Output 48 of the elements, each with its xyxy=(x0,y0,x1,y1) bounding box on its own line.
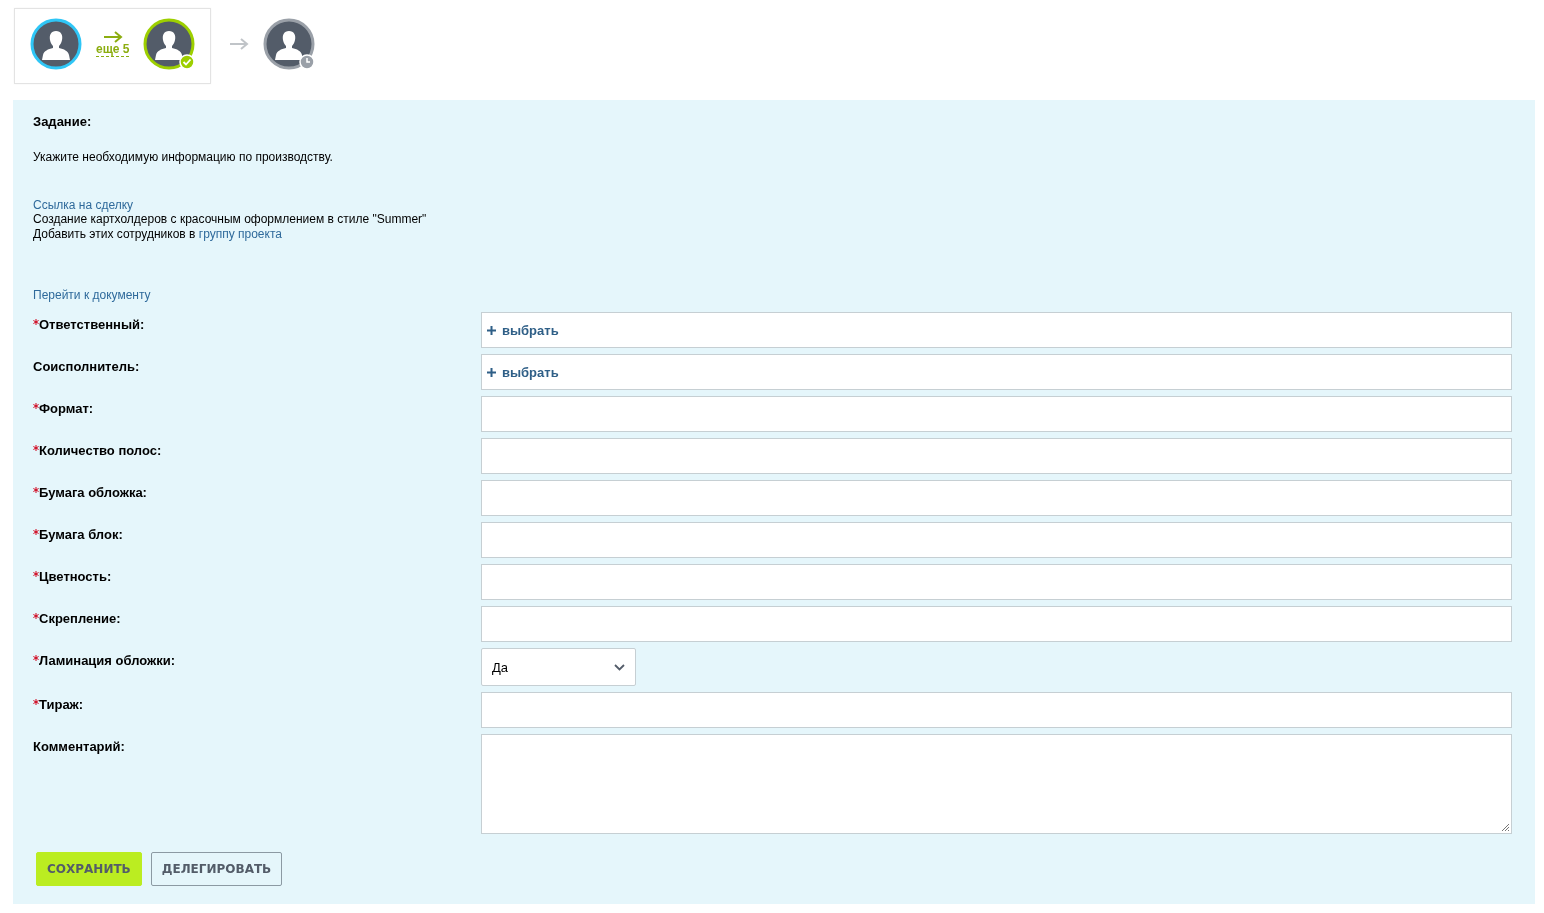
text-input-field[interactable] xyxy=(481,564,1512,600)
text-input-field[interactable] xyxy=(481,438,1512,474)
required-icon xyxy=(33,529,39,535)
text-input-field[interactable] xyxy=(481,480,1512,516)
required-icon xyxy=(33,403,39,409)
plus-icon xyxy=(487,325,496,335)
user-avatar-icon[interactable] xyxy=(143,18,196,70)
field-label: Тираж: xyxy=(39,697,84,712)
task-heading: Задание: xyxy=(33,114,93,129)
arrow-right-icon xyxy=(102,31,123,43)
user-picker-field[interactable]: выбрать xyxy=(481,354,1512,390)
user-picker-field[interactable]: выбрать xyxy=(481,312,1512,348)
field-label: Бумага блок: xyxy=(39,527,123,542)
required-icon xyxy=(33,571,39,577)
field-label: Ламинация обложки: xyxy=(39,653,176,668)
add-employees-text: Добавить этих сотрудников в группу проекта xyxy=(33,227,282,242)
task-instruction: Укажите необходимую информацию по производству. xyxy=(33,150,334,164)
field-label: Количество полос: xyxy=(39,443,162,458)
required-icon xyxy=(33,699,39,705)
field-label: Цветность: xyxy=(39,569,112,584)
field-label: Скрепление: xyxy=(39,611,121,626)
field-label: Ответственный: xyxy=(39,317,145,332)
save-button[interactable]: СОХРАНИТЬ xyxy=(36,852,142,886)
deal-link[interactable]: Ссылка на сделку xyxy=(33,198,134,212)
required-icon xyxy=(33,487,39,493)
deal-description: Создание картхолдеров с красочным оформлением в стиле "Summer" xyxy=(33,212,427,227)
user-avatar-icon[interactable] xyxy=(263,18,316,70)
user-avatar-icon[interactable] xyxy=(30,18,82,70)
resize-handle-icon[interactable] xyxy=(1501,823,1510,832)
text-input-field[interactable] xyxy=(481,692,1512,728)
plus-icon xyxy=(487,367,496,377)
required-icon xyxy=(33,613,39,619)
document-link[interactable]: Перейти к документу xyxy=(33,288,151,302)
chevron-down-icon xyxy=(614,663,625,671)
required-icon xyxy=(33,445,39,451)
project-group-link[interactable]: группу проекта xyxy=(198,227,282,242)
field-label: Комментарий: xyxy=(33,739,125,754)
text-input-field[interactable] xyxy=(481,396,1512,432)
field-label: Соисполнитель: xyxy=(33,359,140,374)
dropdown-select[interactable]: Да xyxy=(481,648,636,686)
field-label: Бумага обложка: xyxy=(39,485,147,500)
required-icon xyxy=(33,655,39,661)
delegate-button[interactable]: ДЕЛЕГИРОВАТЬ xyxy=(150,852,283,886)
required-icon xyxy=(33,319,39,325)
text-input-field[interactable] xyxy=(481,522,1512,558)
text-input-field[interactable] xyxy=(481,606,1512,642)
arrow-right-icon xyxy=(229,38,250,50)
field-label: Формат: xyxy=(39,401,94,416)
